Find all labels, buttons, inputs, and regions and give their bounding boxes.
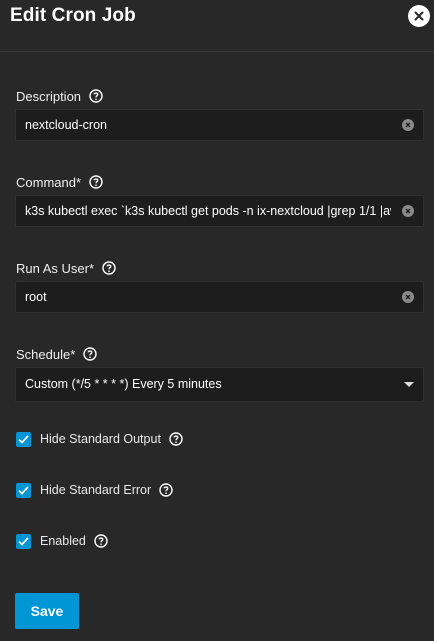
enabled-row[interactable]: Enabled [16,532,108,550]
help-icon[interactable] [102,261,116,275]
clear-icon[interactable] [402,291,414,303]
help-icon[interactable] [169,432,183,446]
description-input[interactable]: nextcloud-cron [15,109,424,141]
run-as-user-label: Run As User* [16,260,95,276]
help-icon[interactable] [159,483,173,497]
close-icon [414,11,424,21]
hide-stdout-label: Hide Standard Output [40,432,161,446]
command-value: k3s kubectl exec `k3s kubectl get pods -… [25,204,391,218]
required-mark: * [88,260,95,276]
save-button[interactable]: Save [15,593,79,629]
help-icon[interactable] [83,347,97,361]
clear-icon[interactable] [402,119,414,131]
schedule-value: Custom (*/5 * * * *) Every 5 minutes [25,377,222,391]
chevron-down-icon[interactable] [404,382,414,387]
help-icon[interactable] [89,175,103,189]
dialog-header: Edit Cron Job [0,0,434,52]
clear-icon[interactable] [402,205,414,217]
hide-stderr-row[interactable]: Hide Standard Error [16,481,173,499]
enabled-checkbox[interactable] [16,533,31,549]
enabled-label: Enabled [40,534,86,548]
help-icon[interactable] [94,534,108,548]
checkmark-icon [18,485,29,495]
hide-stdout-row[interactable]: Hide Standard Output [16,430,183,448]
run-as-user-label-row: Run As User* [16,259,116,277]
hide-stderr-label: Hide Standard Error [40,483,152,497]
checkmark-icon [18,536,29,546]
command-label-row: Command* [16,173,103,191]
hide-stdout-checkbox[interactable] [16,431,31,447]
dialog-title: Edit Cron Job [10,5,136,26]
required-mark: * [70,346,76,362]
hide-stderr-checkbox[interactable] [16,482,31,498]
command-input[interactable]: k3s kubectl exec `k3s kubectl get pods -… [15,195,424,227]
close-button[interactable] [408,5,430,27]
help-icon[interactable] [89,89,103,103]
required-mark: * [75,174,82,190]
checkmark-icon [18,434,29,444]
description-label: Description [16,88,82,104]
schedule-label: Schedule* [16,346,76,362]
schedule-label-row: Schedule* [16,345,97,363]
run-as-user-input[interactable]: root [15,281,424,313]
run-as-user-value: root [25,290,47,304]
description-label-row: Description [16,87,103,105]
command-label: Command* [16,174,82,190]
description-value: nextcloud-cron [25,118,107,132]
schedule-select[interactable]: Custom (*/5 * * * *) Every 5 minutes [15,367,424,402]
